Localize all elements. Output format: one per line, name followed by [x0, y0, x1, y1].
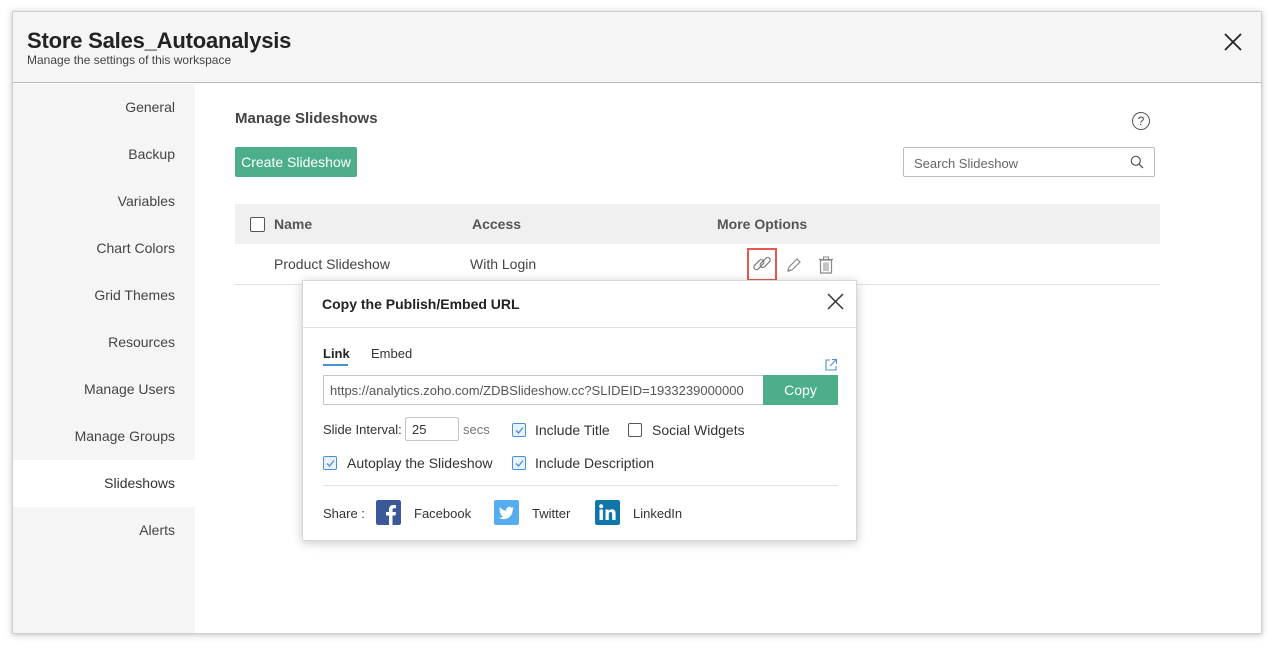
select-all-checkbox[interactable]	[250, 217, 265, 232]
sidebar-item-chart-colors[interactable]: Chart Colors	[13, 225, 195, 272]
create-slideshow-button[interactable]: Create Slideshow	[235, 147, 357, 177]
sidebar-item-variables[interactable]: Variables	[13, 178, 195, 225]
share-label: Share :	[323, 506, 365, 521]
dialog-divider	[303, 327, 856, 328]
sidebar-item-general[interactable]: General	[13, 84, 195, 131]
delete-icon[interactable]	[817, 256, 835, 274]
edit-icon[interactable]	[785, 256, 803, 274]
sidebar-item-grid-themes[interactable]: Grid Themes	[13, 272, 195, 319]
twitter-icon[interactable]	[494, 500, 519, 525]
sidebar-item-manage-groups[interactable]: Manage Groups	[13, 413, 195, 460]
search-icon[interactable]	[1130, 155, 1144, 169]
workspace-subtitle: Manage the settings of this workspace	[27, 53, 232, 67]
sidebar-item-slideshows[interactable]: Slideshows	[13, 460, 195, 507]
tab-link[interactable]: Link	[323, 346, 350, 361]
publish-url-field	[323, 375, 765, 405]
column-header-more-options: More Options	[717, 216, 808, 232]
page-title: Manage Slideshows	[235, 110, 378, 127]
column-header-access: Access	[472, 216, 522, 232]
column-header-name: Name	[274, 216, 313, 232]
active-tab-indicator	[323, 364, 348, 366]
include-description-label: Include Description	[535, 455, 655, 471]
slideshow-name[interactable]: Product Slideshow	[274, 256, 390, 272]
include-description-checkbox[interactable]	[512, 456, 526, 470]
search-input[interactable]	[914, 154, 1114, 172]
table-header: Name Access More Options	[235, 204, 1160, 244]
interval-unit: secs	[463, 422, 490, 437]
window-header: Store Sales_Autoanalysis Manage the sett…	[13, 12, 1261, 83]
autoplay-checkbox[interactable]	[323, 456, 337, 470]
tab-embed[interactable]: Embed	[371, 346, 412, 361]
close-icon[interactable]	[1223, 32, 1243, 52]
twitter-link[interactable]: Twitter	[532, 506, 570, 521]
workspace-title: Store Sales_Autoanalysis	[27, 28, 292, 53]
sidebar-item-backup[interactable]: Backup	[13, 131, 195, 178]
publish-url-input[interactable]	[324, 376, 765, 404]
facebook-icon[interactable]	[376, 500, 401, 525]
linkedin-icon[interactable]	[595, 500, 620, 525]
open-external-icon[interactable]	[824, 358, 838, 372]
search-box	[903, 147, 1155, 177]
slide-interval-label: Slide Interval:	[323, 422, 402, 437]
autoplay-label: Autoplay the Slideshow	[347, 455, 493, 471]
table-row[interactable]: Product Slideshow With Login	[235, 244, 1160, 285]
social-widgets-checkbox[interactable]	[628, 423, 642, 437]
sidebar-item-manage-users[interactable]: Manage Users	[13, 366, 195, 413]
linkedin-link[interactable]: LinkedIn	[633, 506, 682, 521]
facebook-link[interactable]: Facebook	[414, 506, 471, 521]
social-widgets-label: Social Widgets	[652, 422, 745, 438]
publish-embed-dialog: Copy the Publish/Embed URL Link Embed Co…	[302, 280, 857, 541]
share-divider	[323, 485, 838, 486]
dialog-close-icon[interactable]	[827, 293, 844, 310]
dialog-title: Copy the Publish/Embed URL	[322, 296, 520, 312]
checkmark-icon	[326, 460, 335, 467]
slide-interval-field	[405, 417, 459, 441]
publish-link-icon[interactable]	[753, 256, 771, 274]
sidebar-item-alerts[interactable]: Alerts	[13, 507, 195, 554]
slideshow-access: With Login	[470, 256, 537, 272]
include-title-label: Include Title	[535, 422, 610, 438]
sidebar-item-resources[interactable]: Resources	[13, 319, 195, 366]
help-icon[interactable]: ?	[1132, 112, 1150, 130]
checkmark-icon	[515, 460, 524, 467]
copy-button[interactable]: Copy	[763, 375, 838, 405]
checkmark-icon	[515, 427, 524, 434]
slide-interval-input[interactable]	[406, 418, 458, 440]
include-title-checkbox[interactable]	[512, 423, 526, 437]
settings-sidebar: General Backup Variables Chart Colors Gr…	[13, 84, 195, 633]
